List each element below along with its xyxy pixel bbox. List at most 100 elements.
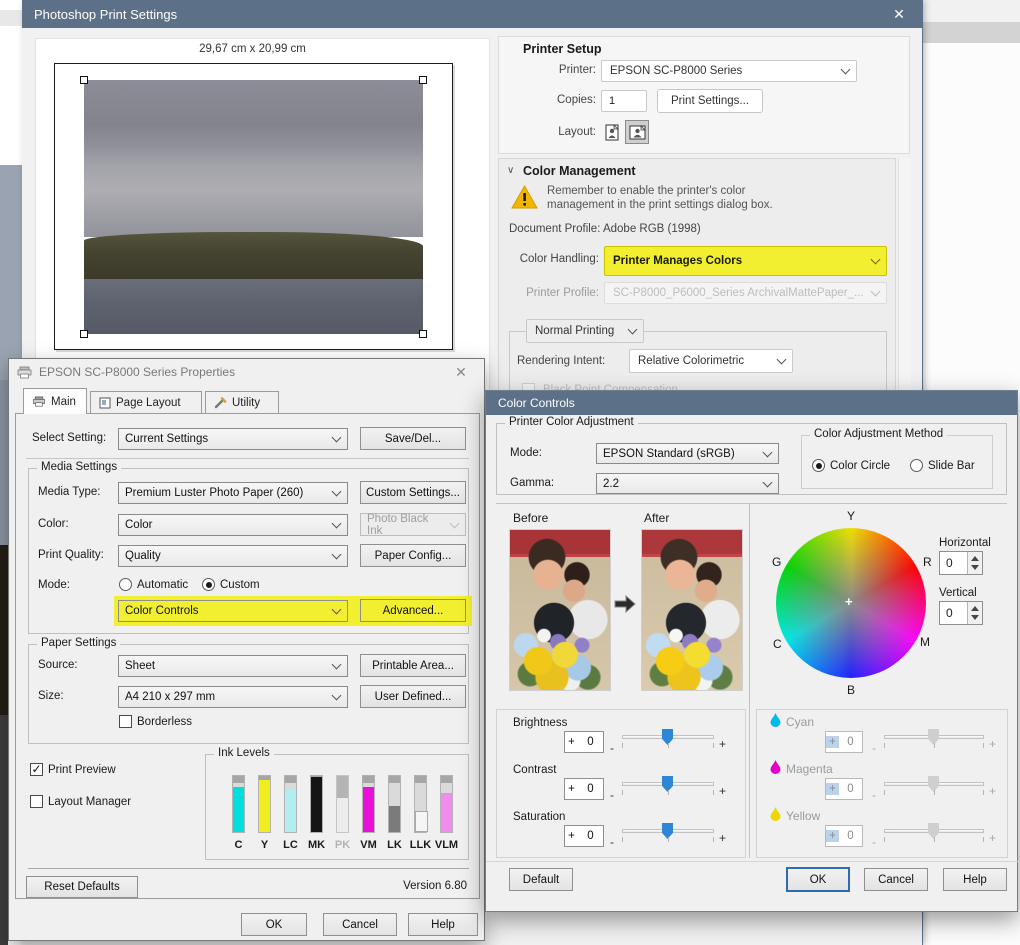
- ink-cap: [415, 776, 426, 783]
- layout-manager-checkbox[interactable]: [30, 795, 43, 808]
- cc-cancel-button[interactable]: Cancel: [864, 868, 928, 891]
- selection-handle[interactable]: [80, 76, 88, 84]
- ink-cap: [389, 776, 400, 783]
- photoshop-dialog-titlebar[interactable]: Photoshop Print Settings ✕: [22, 0, 922, 28]
- yellow-value-box: + 0: [825, 825, 863, 847]
- minus-label: -: [610, 835, 614, 849]
- advanced-button[interactable]: Advanced...: [360, 599, 466, 622]
- section-collapse-chevron-icon[interactable]: ∨: [507, 165, 514, 176]
- layout-portrait-button[interactable]: [601, 121, 622, 143]
- slide-bar-radio[interactable]: [910, 459, 923, 472]
- media-settings-heading: Media Settings: [37, 461, 121, 473]
- magenta-value-box: + 0: [825, 778, 863, 800]
- default-button[interactable]: Default: [509, 868, 573, 891]
- gamma-dropdown[interactable]: 2.2: [596, 473, 779, 494]
- tab-main[interactable]: Main: [23, 388, 87, 414]
- media-type-dropdown[interactable]: Premium Luster Photo Paper (260): [118, 482, 348, 504]
- wheel-label-g: G: [772, 555, 781, 569]
- color-circle-cursor[interactable]: +: [845, 594, 853, 609]
- vertical-spinner[interactable]: 0: [939, 601, 983, 625]
- divider: [486, 861, 1019, 862]
- epson-properties-dialog: EPSON SC-P8000 Series Properties ✕ Main …: [8, 358, 485, 941]
- epson-cancel-button[interactable]: Cancel: [323, 913, 397, 936]
- preview-dimensions: 29,67 cm x 20,99 cm: [54, 43, 451, 55]
- ink-levels-bars: CYLCMKPKVMLKLLKVLM: [206, 755, 468, 859]
- printer-icon: [17, 366, 32, 379]
- reset-defaults-button-label: Reset Defaults: [44, 881, 119, 893]
- mode-automatic-label[interactable]: Automatic: [137, 579, 188, 591]
- select-setting-value: Current Settings: [125, 433, 208, 445]
- slide-bar-label[interactable]: Slide Bar: [928, 460, 975, 472]
- slider-ticks: [884, 837, 984, 842]
- epson-ok-button[interactable]: OK: [241, 913, 307, 936]
- preview-paper: [54, 63, 453, 350]
- mode-custom-label[interactable]: Custom: [220, 579, 260, 591]
- color-dropdown[interactable]: Color: [118, 514, 348, 536]
- borderless-label[interactable]: Borderless: [137, 716, 192, 728]
- color-circle-label[interactable]: Color Circle: [830, 460, 890, 472]
- tab-page-layout[interactable]: Page Layout: [90, 391, 202, 414]
- ink-cap: [441, 776, 452, 783]
- epson-dialog-titlebar[interactable]: EPSON SC-P8000 Series Properties ✕: [9, 359, 484, 385]
- printable-area-button[interactable]: Printable Area...: [360, 654, 466, 677]
- color-management-heading[interactable]: Color Management: [523, 164, 636, 178]
- contrast-value-box[interactable]: + 0: [564, 778, 604, 800]
- selection-handle[interactable]: [80, 330, 88, 338]
- spinner-buttons[interactable]: [967, 552, 982, 574]
- cc-ok-button[interactable]: OK: [786, 867, 850, 892]
- borderless-checkbox[interactable]: [119, 715, 132, 728]
- spin-down-icon[interactable]: [971, 565, 979, 570]
- yellow-droplet-icon: [770, 807, 781, 821]
- mode-automatic-radio[interactable]: [119, 578, 132, 591]
- spin-down-icon[interactable]: [971, 615, 979, 620]
- saturation-value-box[interactable]: + 0: [564, 825, 604, 847]
- selection-handle[interactable]: [419, 76, 427, 84]
- cc-help-button[interactable]: Help: [943, 868, 1007, 891]
- spin-up-icon[interactable]: [971, 606, 979, 611]
- preview-photo[interactable]: [84, 80, 423, 334]
- color-handling-select[interactable]: Printer Manages Colors: [604, 246, 887, 276]
- copies-input[interactable]: 1: [601, 90, 647, 112]
- print-settings-button[interactable]: Print Settings...: [657, 89, 763, 113]
- paper-config-button[interactable]: Paper Config...: [360, 544, 466, 567]
- plus-label: +: [989, 737, 996, 751]
- default-button-label: Default: [523, 874, 559, 886]
- mode-custom-radio[interactable]: [202, 578, 215, 591]
- layout-landscape-button[interactable]: [625, 120, 649, 144]
- horizontal-spinner[interactable]: 0: [939, 551, 983, 575]
- magenta-label: Magenta: [786, 762, 833, 776]
- color-controls-titlebar[interactable]: Color Controls: [486, 391, 1017, 415]
- spin-up-icon[interactable]: [971, 556, 979, 561]
- custom-mode-dropdown[interactable]: Color Controls: [118, 600, 348, 622]
- print-quality-dropdown[interactable]: Quality: [118, 545, 348, 567]
- rendering-intent-select[interactable]: Relative Colorimetric: [629, 349, 793, 373]
- spinner-buttons[interactable]: [967, 602, 982, 624]
- ink-tube-mk: [310, 775, 323, 833]
- brightness-value-box[interactable]: + 0: [564, 731, 604, 753]
- background-strip: [0, 715, 8, 945]
- printer-select[interactable]: EPSON SC-P8000 Series: [601, 60, 857, 82]
- user-defined-button[interactable]: User Defined...: [360, 685, 466, 708]
- background-strip: [0, 380, 8, 545]
- advanced-button-label: Advanced...: [383, 605, 444, 617]
- mode-dropdown[interactable]: EPSON Standard (sRGB): [596, 443, 779, 464]
- source-dropdown[interactable]: Sheet: [118, 655, 348, 677]
- custom-settings-button[interactable]: Custom Settings...: [360, 481, 466, 504]
- layout-manager-label[interactable]: Layout Manager: [48, 796, 131, 808]
- close-icon[interactable]: ✕: [448, 359, 474, 385]
- selection-handle[interactable]: [419, 330, 427, 338]
- select-setting-dropdown[interactable]: Current Settings: [118, 428, 348, 450]
- warning-text-line2: management in the print settings dialog …: [547, 199, 773, 211]
- color-circle-control[interactable]: +: [776, 528, 926, 678]
- print-preview-checkbox[interactable]: [30, 763, 43, 776]
- chevron-down-icon: [332, 691, 342, 701]
- reset-defaults-button[interactable]: Reset Defaults: [26, 876, 138, 898]
- epson-help-button[interactable]: Help: [408, 913, 478, 936]
- color-circle-radio[interactable]: [812, 459, 825, 472]
- save-del-button[interactable]: Save/Del...: [360, 427, 466, 450]
- size-dropdown[interactable]: A4 210 x 297 mm: [118, 686, 348, 708]
- close-icon[interactable]: ✕: [886, 0, 912, 28]
- tab-utility[interactable]: Utility: [205, 391, 279, 414]
- print-mode-select[interactable]: Normal Printing: [526, 319, 644, 343]
- print-preview-label[interactable]: Print Preview: [48, 764, 116, 776]
